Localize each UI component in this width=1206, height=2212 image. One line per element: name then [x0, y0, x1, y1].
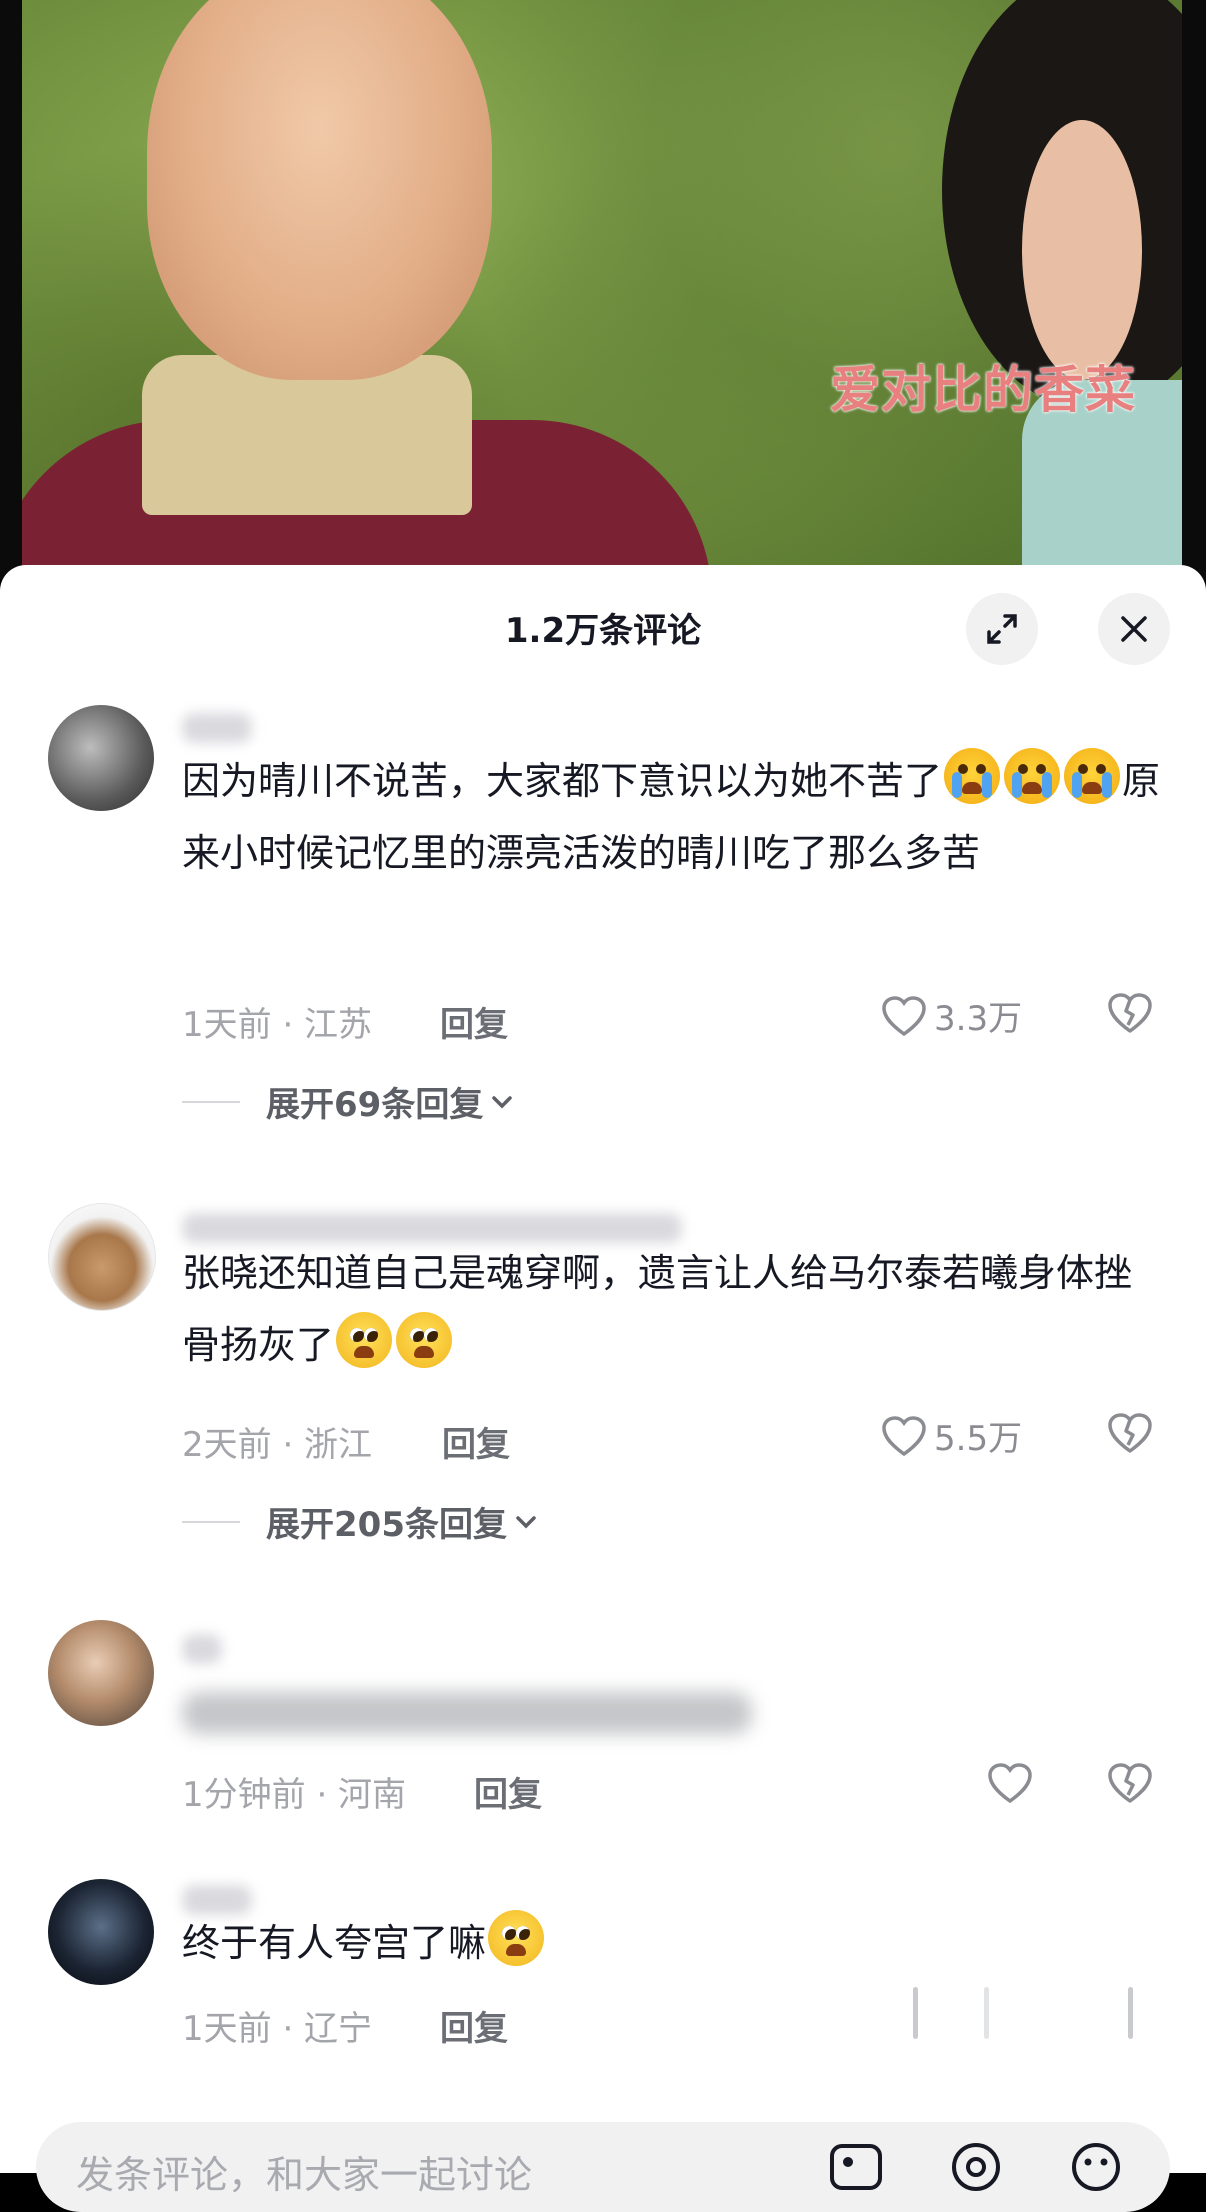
heart-icon [882, 1415, 926, 1456]
comment-item: 因为晴川不说苦，大家都下意识以为她不苦了 原来小时候记忆里的漂亮活泼的晴川吃了那么… [0, 705, 1206, 1125]
username-blurred[interactable] [182, 1634, 222, 1664]
broken-heart-icon [1108, 993, 1152, 1033]
comment-item: 张晓还知道自己是魂穿啊，遗言让人给马尔泰若曦身体挫骨扬灰了 2天前 · 浙江 回… [0, 1203, 1206, 1546]
mention-icon[interactable] [946, 2140, 1006, 2194]
comment-meta: 1天前 · 辽宁 [182, 2009, 373, 2049]
comment-text: 因为晴川不说苦，大家都下意识以为她不苦了 原来小时候记忆里的漂亮活泼的晴川吃了那么… [182, 745, 1162, 889]
reply-button[interactable]: 回复 [440, 997, 508, 1046]
expand-button[interactable] [966, 593, 1038, 665]
chevron-down-icon [492, 1095, 513, 1108]
comment-sheet: 1.2万条评论 因为晴川不说苦，大家都下意识以为她不苦了 原来小时候记忆里的漂亮活… [0, 565, 1206, 2173]
emoji-icon[interactable] [1066, 2140, 1126, 2194]
comment-item: 终于有人夸宫了嘛 1天前 · 辽宁 回复 [0, 1879, 1206, 2079]
expand-replies-button[interactable]: 展开69条回复 [182, 1077, 515, 1126]
reply-button[interactable]: 回复 [442, 1417, 510, 1466]
crying-emoji-icon [1064, 748, 1121, 804]
broken-heart-icon [1108, 1413, 1152, 1453]
like-count: 5.5万 [934, 1419, 1023, 1459]
dislike-button[interactable] [1106, 991, 1154, 1039]
avatar[interactable] [48, 1620, 154, 1726]
crying-emoji-icon [1004, 748, 1061, 804]
chevron-down-icon [516, 1515, 536, 1528]
actor-face [147, 0, 492, 380]
comment-text-blurred [182, 1692, 752, 1734]
avatar[interactable] [48, 1879, 154, 1985]
crying-emoji-icon [944, 748, 1001, 804]
video-player[interactable]: 爱对比的香菜 [0, 0, 1206, 580]
comment-input-placeholder: 发条评论，和大家一起讨论 [76, 2153, 533, 2197]
comment-item: 1分钟前 · 河南 回复 [0, 1620, 1206, 1820]
pleading-emoji-icon [488, 1910, 545, 1966]
video-watermark: 爱对比的香菜 [830, 360, 1136, 419]
reply-button[interactable]: 回复 [474, 1767, 542, 1816]
comment-text: 终于有人夸宫了嘛 [182, 1907, 1162, 1979]
broken-heart-icon [1108, 1763, 1152, 1803]
comment-input[interactable]: 发条评论，和大家一起讨论 [36, 2122, 1170, 2212]
avatar[interactable] [48, 1203, 156, 1311]
username-blurred[interactable] [182, 713, 252, 743]
comment-sheet-header: 1.2万条评论 [0, 565, 1206, 685]
heart-icon [882, 995, 926, 1036]
reply-button[interactable]: 回复 [440, 2001, 508, 2050]
like-button[interactable]: 5.5万 [880, 1411, 1022, 1460]
avatar[interactable] [48, 705, 154, 811]
expand-icon [987, 614, 1017, 644]
like-count: 3.3万 [934, 999, 1023, 1039]
close-button[interactable] [1098, 593, 1170, 665]
dislike-button[interactable] [1106, 1411, 1154, 1459]
expand-replies-button[interactable]: 展开205条回复 [182, 1497, 539, 1546]
comment-meta: 2天前 · 浙江 [182, 1425, 373, 1465]
image-icon[interactable] [826, 2140, 886, 2194]
pleading-emoji-icon [396, 1312, 453, 1368]
comment-text: 张晓还知道自己是魂穿啊，遗言让人给马尔泰若曦身体挫骨扬灰了 [182, 1251, 1133, 1368]
dislike-button[interactable] [1106, 1761, 1154, 1809]
pleading-emoji-icon [336, 1312, 393, 1368]
close-icon [1121, 616, 1147, 642]
heart-icon [988, 1763, 1032, 1804]
video-frame: 爱对比的香菜 [22, 0, 1182, 580]
like-button[interactable] [986, 1761, 1040, 1805]
like-button[interactable]: 3.3万 [880, 991, 1022, 1040]
comment-meta: 1天前 · 江苏 [182, 1005, 373, 1045]
comment-meta: 1分钟前 · 河南 [182, 1775, 407, 1815]
